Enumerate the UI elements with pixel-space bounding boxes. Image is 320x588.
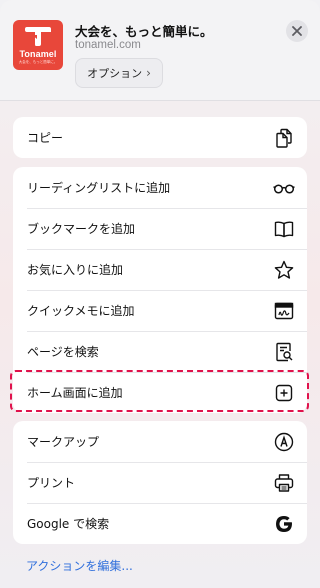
page-url: tonamel.com: [75, 39, 141, 51]
action-print[interactable]: プリント: [13, 462, 307, 503]
app-brand-text: Tonamel: [19, 49, 57, 59]
action-label: クイックメモに追加: [27, 304, 135, 318]
find-in-page-icon: [273, 341, 295, 363]
plus-square-icon: [273, 382, 295, 404]
app-icon: Tonamel 大会を、もっと簡単に。: [13, 20, 63, 70]
action-label: ブックマークを追加: [27, 222, 136, 236]
quick-note-icon: [273, 300, 295, 322]
action-label: マークアップ: [27, 435, 100, 449]
action-add-reading-list[interactable]: リーディングリストに追加: [13, 167, 307, 208]
action-find-in-page[interactable]: ページを検索: [13, 331, 307, 372]
copy-icon: [273, 127, 295, 149]
action-label: プリント: [27, 476, 76, 490]
action-label: リーディングリストに追加: [27, 181, 171, 195]
action-copy[interactable]: コピー: [13, 117, 307, 158]
action-group-copy: コピー: [13, 117, 307, 158]
action-group-page: リーディングリストに追加 ブックマークを追加 お気に入りに追加 クイックメモに追…: [13, 167, 307, 413]
options-button[interactable]: オプション ›: [75, 58, 163, 88]
app-tagline-text: 大会を、もっと簡単に。: [18, 60, 58, 64]
action-add-to-home-screen[interactable]: ホーム画面に追加: [13, 372, 307, 413]
close-button[interactable]: [286, 20, 308, 42]
action-markup[interactable]: マークアップ: [13, 421, 307, 462]
action-label: ページを検索: [27, 345, 99, 359]
chevron-right-icon: ›: [146, 66, 151, 80]
share-sheet: Tonamel 大会を、もっと簡単に。 大会を、もっと簡単に。 tonamel.…: [0, 0, 320, 588]
action-group-more: マークアップ プリント Google で検索: [13, 421, 307, 544]
star-icon: [273, 259, 295, 281]
tonamel-logo-icon: [25, 27, 51, 46]
glasses-icon: [273, 177, 295, 199]
markup-pen-icon: [273, 431, 295, 453]
printer-icon: [273, 472, 295, 494]
action-label: ホーム画面に追加: [27, 386, 123, 400]
edit-actions-link[interactable]: アクションを編集...: [26, 557, 133, 574]
action-add-bookmark[interactable]: ブックマークを追加: [13, 208, 307, 249]
action-label: コピー: [27, 131, 64, 145]
action-label: お気に入りに追加: [27, 263, 124, 277]
action-add-favorite[interactable]: お気に入りに追加: [13, 249, 307, 290]
share-sheet-header: Tonamel 大会を、もっと簡単に。 大会を、もっと簡単に。 tonamel.…: [0, 0, 320, 101]
action-google-search[interactable]: Google で検索: [13, 503, 307, 544]
close-icon: [292, 26, 302, 36]
book-icon: [273, 218, 295, 240]
action-add-quick-note[interactable]: クイックメモに追加: [13, 290, 307, 331]
google-icon: [273, 513, 295, 535]
options-label: オプション: [87, 67, 143, 80]
page-title: 大会を、もっと簡単に。: [75, 24, 213, 39]
action-label: Google で検索: [27, 517, 110, 531]
